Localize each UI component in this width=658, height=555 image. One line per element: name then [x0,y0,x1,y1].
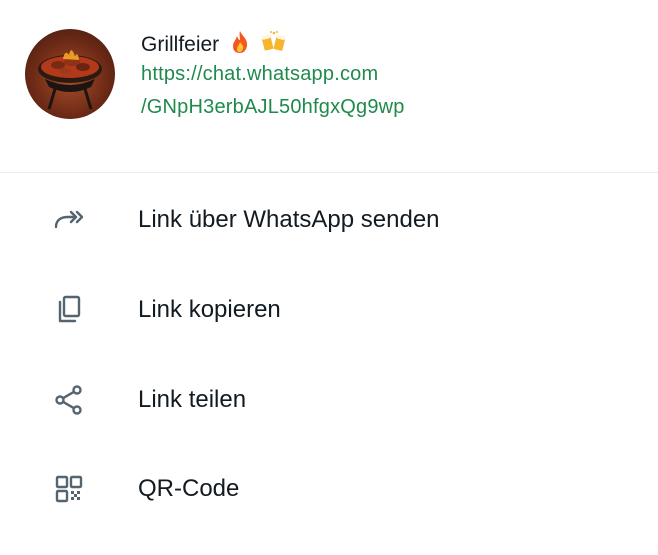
qr-code-icon [55,475,83,503]
invite-link-line-2[interactable]: /GNpH3erbAJL50hfgxQg9wp [141,96,405,119]
copy-link-button[interactable]: Link kopieren [0,266,658,354]
share-link-button[interactable]: Link teilen [0,356,658,444]
invite-link-line-1[interactable]: https://chat.whatsapp.com [141,63,378,86]
grill-image-icon [38,50,102,110]
group-name: Grillfeier [141,33,220,56]
fire-icon [229,30,251,60]
qr-code-label: QR-Code [138,475,240,502]
send-link-via-whatsapp-button[interactable]: Link über WhatsApp senden [0,176,658,264]
copy-link-label: Link kopieren [138,296,281,323]
invite-link-screen: Grillfeier https://chat.whatsapp.com /GN… [0,0,658,555]
divider [0,172,658,173]
copy-icon [58,295,81,323]
share-link-label: Link teilen [138,386,247,413]
group-name-row: Grillfeier [141,30,287,60]
group-avatar [25,29,115,119]
send-link-label: Link über WhatsApp senden [138,206,440,233]
qr-code-button[interactable]: QR-Code [0,445,658,533]
group-header: Grillfeier https://chat.whatsapp.com /GN… [0,0,658,172]
beer-mugs-icon [261,30,287,60]
share-icon [55,385,82,415]
forward-icon [54,210,84,229]
